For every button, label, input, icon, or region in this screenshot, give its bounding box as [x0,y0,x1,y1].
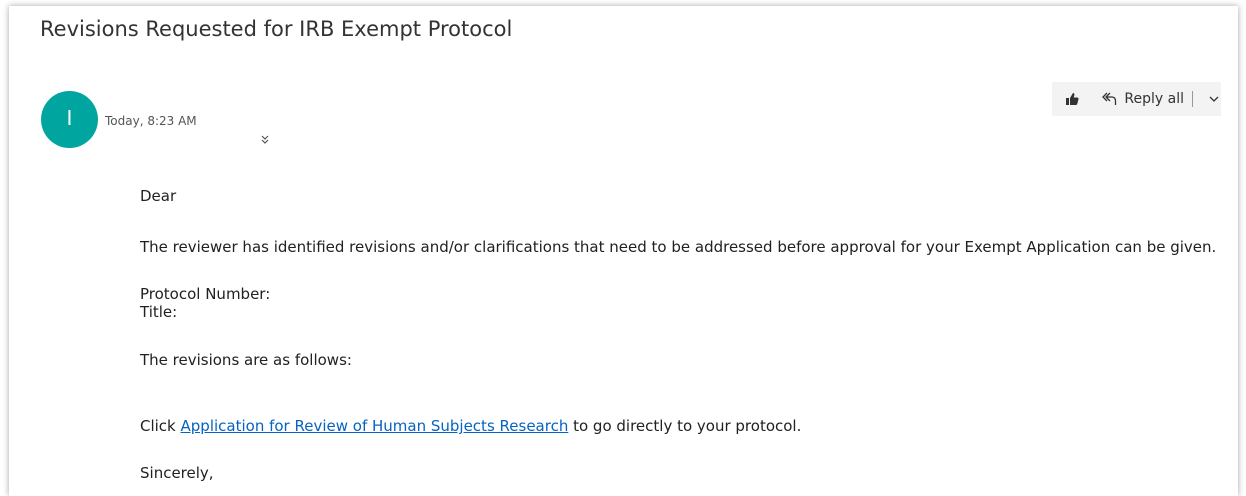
divider [1192,91,1193,107]
message-subject: Revisions Requested for IRB Exempt Proto… [40,17,513,41]
reply-options-dropdown[interactable] [1207,82,1221,116]
message-timestamp: Today, 8:23 AM [105,114,197,128]
thumbs-up-icon [1066,93,1079,105]
reply-all-icon [1102,92,1117,105]
application-link[interactable]: Application for Review of Human Subjects… [181,417,569,435]
reply-all-label: Reply all [1124,91,1184,107]
click-prefix: Click [140,417,181,435]
like-button[interactable] [1052,82,1092,116]
message-actions-bar: Reply all [1052,82,1221,116]
protocol-link-sentence: Click Application for Review of Human Su… [140,417,801,435]
title-label: Title: [140,303,178,321]
body-paragraph: The reviewer has identified revisions an… [140,238,1217,256]
click-suffix: to go directly to your protocol. [568,417,802,435]
revisions-intro: The revisions are as follows: [140,351,352,369]
double-chevron-down-icon[interactable] [259,134,271,146]
sender-avatar[interactable]: I [41,91,98,148]
closing: Sincerely, [140,464,214,482]
protocol-number-label: Protocol Number: [140,285,271,303]
greeting: Dear [140,187,177,205]
sender-initial: I [66,106,73,130]
chevron-down-icon [1209,96,1219,102]
message-reading-pane: Revisions Requested for IRB Exempt Proto… [9,6,1238,496]
reply-all-button[interactable]: Reply all [1092,82,1207,116]
